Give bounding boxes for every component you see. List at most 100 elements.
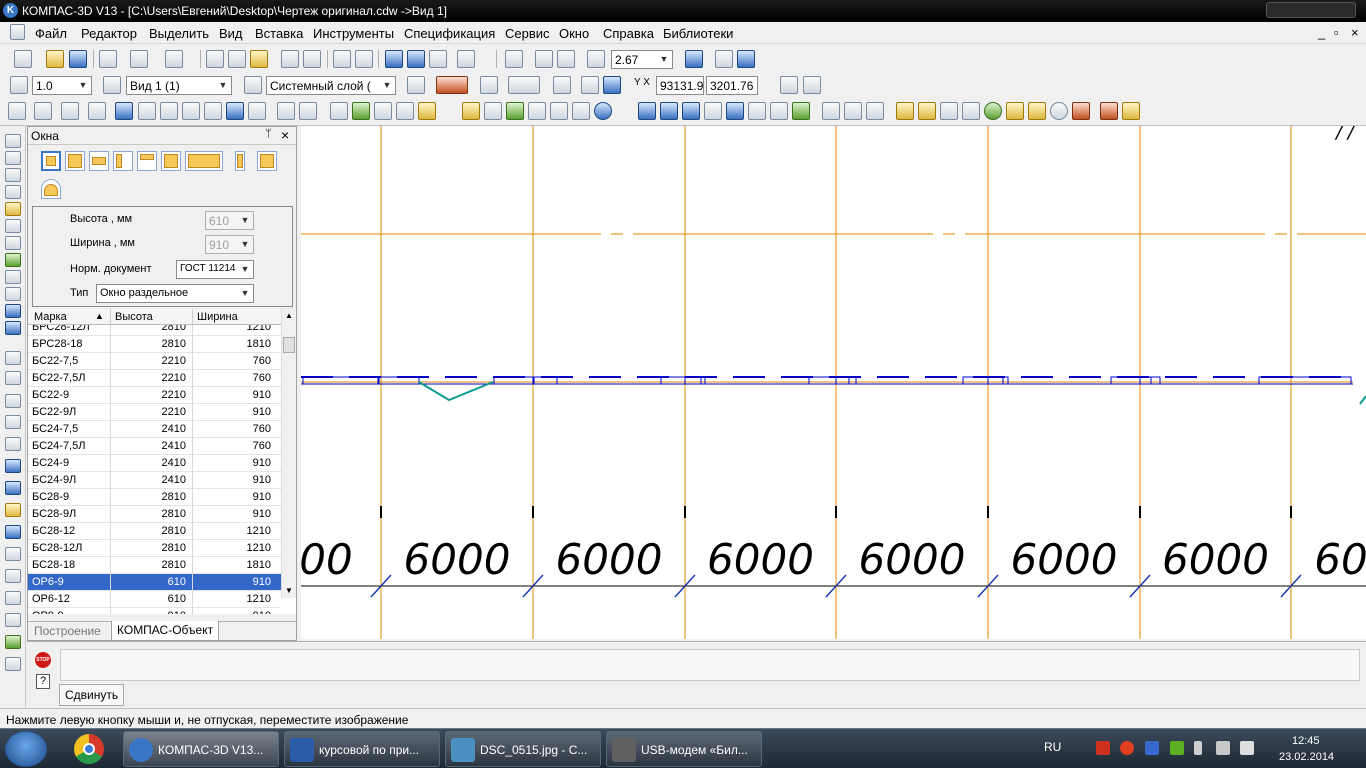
auxiliary-line-icon[interactable] bbox=[5, 371, 21, 385]
variables-icon[interactable] bbox=[429, 50, 447, 68]
segment-icon[interactable] bbox=[5, 394, 21, 408]
sheet-icon[interactable] bbox=[844, 102, 862, 120]
language-indicator[interactable]: RU bbox=[1044, 740, 1061, 754]
ortho-icon[interactable] bbox=[480, 76, 498, 94]
pan-icon[interactable] bbox=[685, 50, 703, 68]
opening-icon[interactable] bbox=[182, 102, 200, 120]
dimension-tool-icon[interactable] bbox=[5, 168, 21, 182]
frame-icon[interactable] bbox=[660, 102, 678, 120]
menu-tools[interactable]: Инструменты bbox=[313, 26, 394, 41]
zoom-combo[interactable]: 2.67 ▼ bbox=[611, 50, 673, 69]
scissors-icon[interactable] bbox=[330, 102, 348, 120]
parameterize-icon[interactable] bbox=[407, 76, 425, 94]
tree-settings-icon[interactable] bbox=[506, 102, 524, 120]
start-button[interactable] bbox=[5, 731, 47, 767]
ellipse-icon[interactable] bbox=[5, 459, 21, 473]
macro-tool-icon[interactable] bbox=[5, 321, 21, 335]
group-icon[interactable] bbox=[770, 102, 788, 120]
scroll-up-icon[interactable]: ▲ bbox=[285, 311, 293, 320]
point-icon[interactable] bbox=[5, 351, 21, 365]
tray-battery-icon[interactable] bbox=[1194, 741, 1202, 755]
tab-kompas-object[interactable]: КОМПАС-Объект bbox=[111, 621, 220, 641]
close-icon[interactable]: × bbox=[281, 127, 289, 143]
table-row[interactable]: БС22-7,5 2210 760 bbox=[28, 353, 281, 370]
person-icon[interactable] bbox=[1006, 102, 1024, 120]
local-cs-icon[interactable] bbox=[553, 76, 571, 94]
width-select[interactable]: 910 ▼ bbox=[205, 235, 254, 254]
circle-icon[interactable] bbox=[5, 415, 21, 429]
new-file-icon[interactable] bbox=[14, 50, 32, 68]
diamond-icon[interactable] bbox=[248, 102, 266, 120]
menu-service[interactable]: Сервис bbox=[505, 26, 550, 41]
chart-tool-icon[interactable] bbox=[277, 102, 295, 120]
refresh-icon[interactable] bbox=[715, 50, 733, 68]
table-row[interactable]: БРС28-12Л 2810 1210 bbox=[28, 325, 281, 336]
select-tool-icon[interactable] bbox=[5, 253, 21, 267]
type-split-icon[interactable] bbox=[113, 151, 133, 171]
geometry-tool-icon[interactable] bbox=[5, 134, 21, 148]
height-select[interactable]: 610 ▼ bbox=[205, 211, 254, 230]
context-help-icon[interactable] bbox=[457, 50, 475, 68]
type-narrow-icon[interactable] bbox=[235, 151, 245, 171]
paste-icon[interactable] bbox=[250, 50, 268, 68]
library-manager-icon[interactable] bbox=[407, 50, 425, 68]
figure-icon[interactable] bbox=[1028, 102, 1046, 120]
hatch-icon[interactable] bbox=[5, 657, 21, 671]
clock-date[interactable]: 23.02.2014 bbox=[1279, 751, 1334, 763]
grid-tool-icon[interactable] bbox=[5, 185, 21, 199]
tray-app-icon[interactable] bbox=[1096, 741, 1110, 755]
chamfer-icon[interactable] bbox=[5, 525, 21, 539]
report-tool-icon[interactable] bbox=[5, 270, 21, 284]
ortho-mode-icon[interactable] bbox=[581, 76, 599, 94]
tray-nvidia-icon[interactable] bbox=[1170, 741, 1184, 755]
shaft-icon[interactable] bbox=[682, 102, 700, 120]
menu-window[interactable]: Окно bbox=[559, 26, 589, 41]
menu-help[interactable]: Справка bbox=[603, 26, 654, 41]
type-single-icon[interactable] bbox=[41, 151, 61, 171]
col-mark[interactable]: Марка bbox=[34, 311, 67, 323]
col-height[interactable]: Высота bbox=[115, 311, 153, 323]
open-file-icon[interactable] bbox=[46, 50, 64, 68]
insert-tool-icon[interactable] bbox=[5, 304, 21, 318]
table-row[interactable]: ОР6-12 610 1210 bbox=[28, 591, 281, 608]
table-row[interactable]: БС24-9 2410 910 bbox=[28, 455, 281, 472]
arrow-tool-icon[interactable] bbox=[226, 102, 244, 120]
dimensions-icon[interactable] bbox=[34, 102, 52, 120]
drawing-canvas[interactable]: 00 6000 6000 6000 6000 6000 6000 60 / / bbox=[301, 126, 1366, 639]
folder-open-icon[interactable] bbox=[462, 102, 480, 120]
tray-network-icon[interactable] bbox=[1216, 741, 1230, 755]
table-row[interactable]: БРС28-18 2810 1810 bbox=[28, 336, 281, 353]
redraw-icon[interactable] bbox=[737, 50, 755, 68]
fill-icon[interactable] bbox=[374, 102, 392, 120]
table-row[interactable]: БС24-7,5 2410 760 bbox=[28, 421, 281, 438]
type-select[interactable]: Окно раздельное ▼ bbox=[96, 284, 254, 303]
block-icon[interactable] bbox=[638, 102, 656, 120]
polygon-icon[interactable] bbox=[5, 635, 21, 649]
norm-doc-select[interactable]: ГОСТ 11214 ▼ bbox=[176, 260, 254, 279]
doc-close-button[interactable]: × bbox=[1351, 25, 1359, 40]
menu-select[interactable]: Выделить bbox=[149, 26, 209, 41]
furniture-icon[interactable] bbox=[1072, 102, 1090, 120]
tray-volume-icon[interactable] bbox=[1240, 741, 1254, 755]
list-icon[interactable] bbox=[303, 50, 321, 68]
type-triple-icon[interactable] bbox=[161, 151, 181, 171]
table-row[interactable]: БС28-9 2810 910 bbox=[28, 489, 281, 506]
tray-antivirus-icon[interactable] bbox=[1120, 741, 1134, 755]
menu-editor[interactable]: Редактор bbox=[81, 26, 137, 41]
bench-icon[interactable] bbox=[940, 102, 958, 120]
bezier-icon[interactable] bbox=[5, 569, 21, 583]
table-row[interactable]: ОР6-9 610 910 bbox=[28, 574, 281, 591]
window-tool-icon[interactable] bbox=[138, 102, 156, 120]
geometry-icon[interactable] bbox=[8, 102, 26, 120]
binoculars-icon[interactable] bbox=[484, 102, 502, 120]
window-buttons[interactable] bbox=[1266, 2, 1356, 18]
menu-file[interactable]: Файл bbox=[35, 26, 67, 41]
brick-icon[interactable] bbox=[896, 102, 914, 120]
zoom-scale-icon[interactable] bbox=[587, 50, 605, 68]
redo-icon[interactable] bbox=[355, 50, 373, 68]
edit-tool-icon[interactable] bbox=[5, 202, 21, 216]
table-row[interactable]: БС28-18 2810 1810 bbox=[28, 557, 281, 574]
tab-construction[interactable]: Построение bbox=[34, 624, 101, 638]
fence-icon[interactable] bbox=[1100, 102, 1118, 120]
print-icon[interactable] bbox=[99, 50, 117, 68]
